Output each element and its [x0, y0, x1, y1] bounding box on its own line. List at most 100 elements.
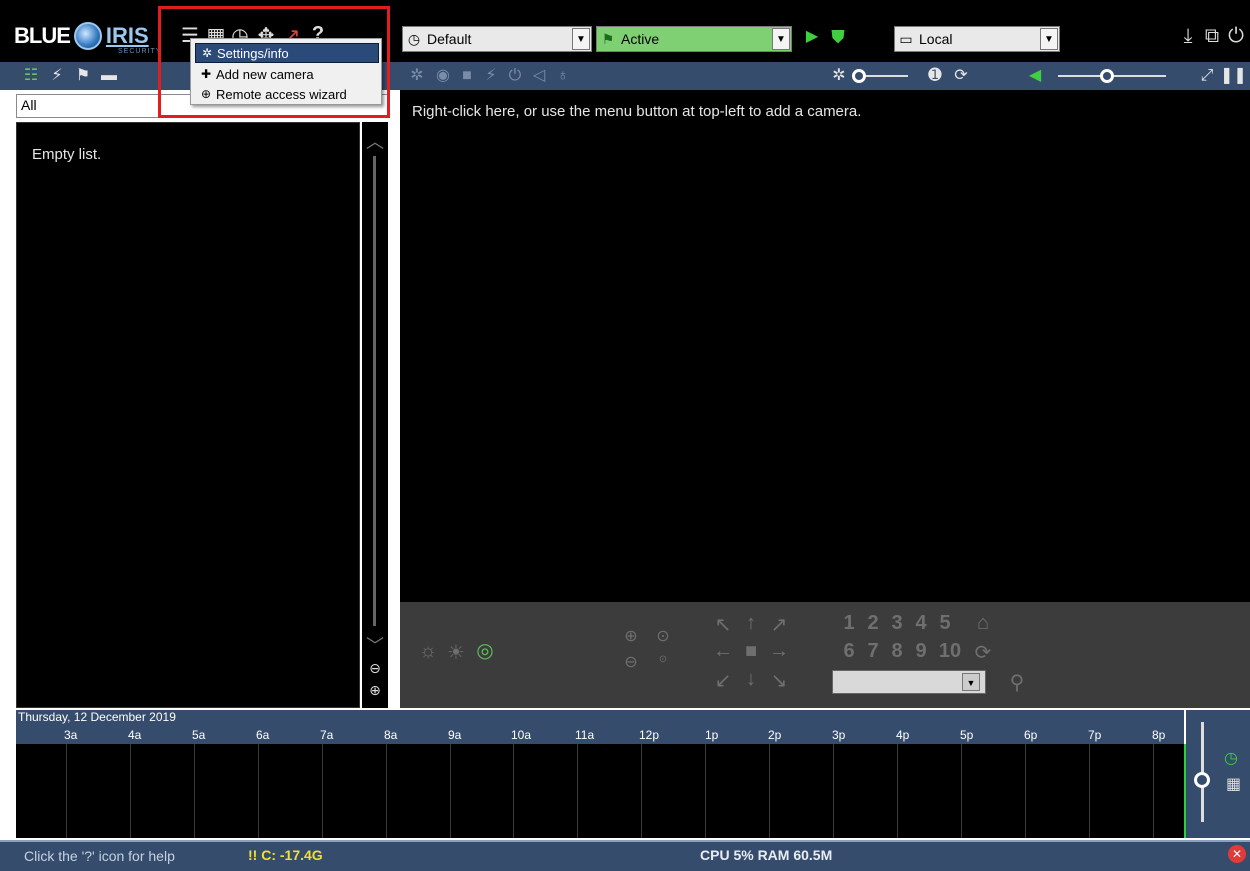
timeline-tick: 12p [639, 728, 660, 742]
volume-slider-handle[interactable] [1100, 69, 1114, 83]
camera-icon[interactable]: ◉ [432, 62, 454, 90]
timeline-zoom-handle[interactable] [1194, 772, 1210, 788]
pan-down-icon[interactable]: ↓ [740, 668, 762, 691]
schedule-value: Active [621, 31, 660, 47]
pan-left-icon[interactable]: ← [712, 640, 734, 663]
gear-icon[interactable]: ✲ [406, 62, 428, 90]
pan-up-left-icon[interactable]: ↖ [712, 612, 734, 637]
brightness-down-icon[interactable]: ☼ [416, 640, 440, 663]
lightning-icon[interactable]: ⚡ [480, 62, 502, 90]
preset-button[interactable]: 7 [862, 640, 884, 663]
video-icon[interactable]: ■ [456, 62, 478, 90]
timeline-tick: 11a [575, 728, 595, 742]
clock-icon[interactable]: ◷ [1224, 748, 1238, 768]
timeline-gridline [641, 744, 642, 838]
pan-stop-icon[interactable]: ■ [740, 640, 762, 663]
zoom-in-icon[interactable]: ⊕ [362, 682, 388, 699]
cycle-icon[interactable]: ⟳ [972, 640, 994, 665]
preset-button[interactable]: 5 [934, 612, 956, 635]
scroll-down-icon[interactable]: ﹀ [362, 632, 388, 658]
timeline-tick: 1p [705, 728, 719, 742]
status-bar [0, 840, 1250, 871]
zoom-out-icon[interactable]: ⊖ [362, 660, 388, 677]
microphone-icon[interactable]: ♁ [552, 62, 574, 90]
profile-value: Default [427, 31, 472, 47]
power-icon[interactable]: ⏻ [504, 62, 526, 90]
preset-button[interactable]: 1 [838, 612, 860, 635]
shield-icon[interactable]: ⛊ [826, 25, 850, 49]
pan-up-icon[interactable]: ↑ [740, 612, 762, 635]
folder-icon[interactable]: ▬ [98, 62, 120, 90]
lightning-icon[interactable]: ⚡ [46, 62, 68, 90]
clock-icon: ◷ [407, 30, 421, 47]
flag-icon[interactable]: ⚑ [72, 62, 94, 90]
cameras-list-icon[interactable]: ☷ [20, 62, 42, 90]
timeline-tick: 7a [320, 728, 334, 742]
timeline-tick: 4p [896, 728, 910, 742]
timeline-gridline [322, 744, 323, 838]
scroll-thumb[interactable] [373, 156, 376, 626]
power-icon[interactable]: ⏻ [1224, 24, 1248, 48]
disk-warning[interactable]: !! C: -17.4G [248, 847, 323, 863]
location-pin-icon[interactable]: ⚲ [1006, 670, 1028, 695]
one-touch-icon[interactable]: ➊ [924, 62, 946, 90]
camera-list[interactable] [16, 122, 360, 708]
ptz-panel [400, 602, 1250, 708]
logo-text-left: BLUE [14, 23, 71, 48]
preset-button[interactable]: 2 [862, 612, 884, 635]
pan-down-left-icon[interactable]: ↙ [712, 668, 734, 693]
download-icon[interactable]: ⤓ [1176, 24, 1200, 48]
chevron-down-icon[interactable]: ▼ [1040, 28, 1058, 50]
highlight-box [158, 6, 390, 118]
pan-right-icon[interactable]: → [768, 640, 790, 663]
profile-select[interactable]: ◷ Default ▼ [402, 26, 592, 52]
chevron-down-icon[interactable]: ▼ [772, 28, 790, 50]
play-icon[interactable]: ▶ [800, 25, 824, 49]
fullscreen-icon[interactable]: ⤢ [1196, 62, 1218, 90]
camera-view[interactable] [400, 90, 1250, 602]
chevron-down-icon[interactable]: ▼ [572, 28, 590, 50]
timeline-tick: 2p [768, 728, 782, 742]
preset-button[interactable]: 3 [886, 612, 908, 635]
zoom-out-icon[interactable]: ⊖ [620, 652, 642, 672]
timeline-gridline [194, 744, 195, 838]
schedule-select[interactable]: ⚑ Active ▼ [596, 26, 792, 52]
timeline-gridline [961, 744, 962, 838]
cpu-ram-status: CPU 5% RAM 60.5M [700, 847, 833, 863]
focus-far-icon[interactable]: ⊙ [652, 654, 674, 665]
add-camera-hint: Right-click here, or use the menu button… [412, 103, 862, 120]
pan-up-right-icon[interactable]: ↗ [768, 612, 790, 637]
focus-near-icon[interactable]: ⊙ [652, 626, 674, 646]
location-select[interactable]: ▭ Local ▼ [894, 26, 1060, 52]
preset-button[interactable]: 10 [936, 640, 964, 663]
close-icon[interactable]: ✕ [1228, 845, 1246, 863]
brightness-up-icon[interactable]: ☀ [444, 640, 468, 665]
home-icon[interactable]: ⌂ [972, 612, 994, 635]
help-hint: Click the '?' icon for help [24, 848, 175, 864]
mute-icon[interactable]: ◁ [528, 62, 550, 90]
timeline-gridline [1089, 744, 1090, 838]
preset-button[interactable]: 4 [910, 612, 932, 635]
timeline-tick: 3p [832, 728, 846, 742]
zoom-in-icon[interactable]: ⊕ [620, 626, 642, 646]
pan-down-right-icon[interactable]: ↘ [768, 668, 790, 693]
refresh-icon[interactable]: ⟳ [950, 62, 972, 90]
preset-button[interactable]: 8 [886, 640, 908, 663]
timeline-tick: 3a [64, 728, 78, 742]
preset-button[interactable]: 6 [838, 640, 860, 663]
brightness-slider-handle[interactable] [852, 69, 866, 83]
timeline-gridline [1025, 744, 1026, 838]
location-value: Local [919, 31, 953, 47]
monitor-icon: ▭ [899, 30, 913, 47]
timeline-tick: 4a [128, 728, 142, 742]
pause-icon[interactable]: ❚❚ [1220, 62, 1247, 90]
windows-icon[interactable]: ⧉ [1200, 24, 1224, 48]
ir-light-icon[interactable]: ◎ [472, 638, 498, 663]
scroll-up-icon[interactable]: ︿ [362, 128, 388, 154]
chevron-down-icon[interactable]: ▼ [962, 673, 980, 691]
preset-button[interactable]: 9 [910, 640, 932, 663]
timeline-tick: 8a [384, 728, 398, 742]
app-logo: BLUE IRIS [14, 22, 149, 50]
flag-icon: ⚑ [601, 30, 615, 47]
calendar-icon[interactable]: ▦ [1226, 774, 1241, 794]
